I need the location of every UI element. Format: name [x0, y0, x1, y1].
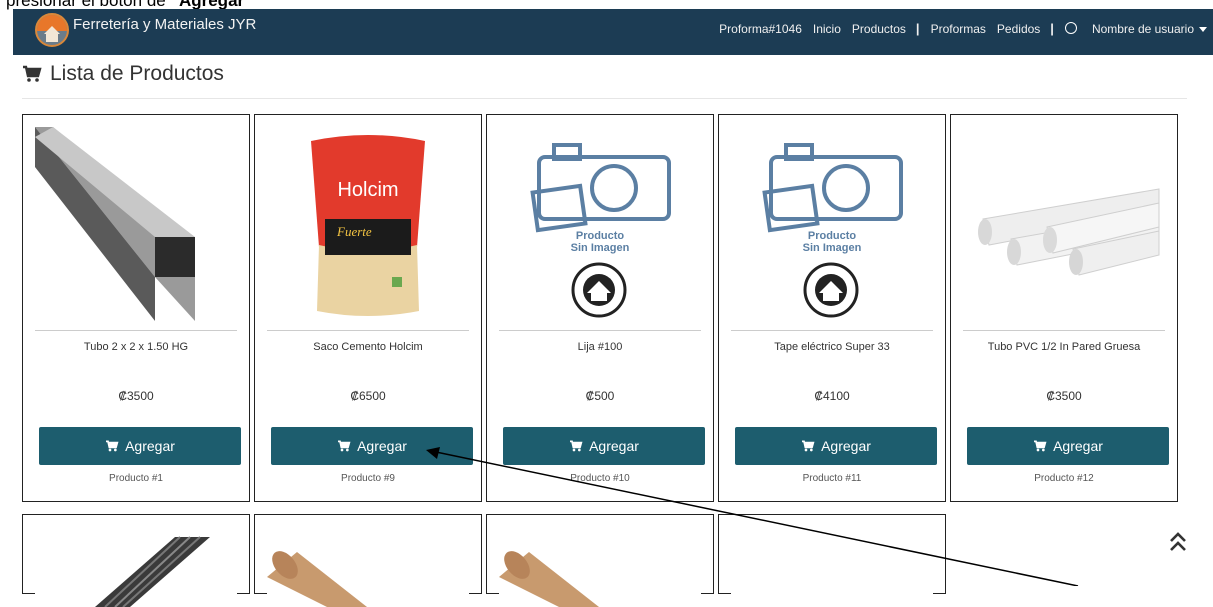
product-image	[35, 527, 237, 607]
product-image	[731, 527, 933, 607]
cart-icon	[570, 440, 583, 452]
product-card	[254, 514, 482, 607]
brand-name[interactable]: Ferretería y Materiales JYR	[73, 16, 256, 33]
product-name: Lija #100	[577, 341, 623, 353]
nav-inicio[interactable]: Inicio	[813, 22, 841, 36]
nav-productos[interactable]: Productos	[852, 22, 906, 36]
product-card	[486, 514, 714, 607]
product-name: Tubo 2 x 2 x 1.50 HG	[83, 341, 189, 353]
product-code: Producto #9	[341, 473, 395, 484]
nav-separator: |	[1050, 21, 1054, 36]
product-image: Producto Sin Imagen	[731, 127, 933, 321]
svg-text:Fuerte: Fuerte	[336, 224, 372, 239]
cart-icon	[23, 65, 42, 82]
product-code: Producto #12	[1034, 473, 1094, 484]
cart-icon	[802, 440, 815, 452]
product-card: Tubo 2 x 2 x 1.50 HG ₡3500 Agregar Produ…	[22, 114, 250, 502]
nav-proforma-number[interactable]: Proforma#1046	[719, 22, 802, 36]
svg-text:Sin Imagen: Sin Imagen	[571, 242, 630, 254]
cart-icon	[106, 440, 119, 452]
product-price: ₡500	[585, 389, 615, 403]
svg-text:Sin Imagen: Sin Imagen	[803, 242, 862, 254]
product-card: Producto Sin Imagen Lija #100 ₡500 Agreg…	[486, 114, 714, 502]
nav-pedidos[interactable]: Pedidos	[997, 22, 1040, 36]
page-title-text: Lista de Productos	[50, 62, 224, 85]
product-card	[22, 514, 250, 607]
product-image	[499, 527, 701, 607]
navbar: Ferretería y Materiales JYR Proforma#104…	[13, 9, 1213, 55]
svg-text:Producto: Producto	[808, 230, 857, 242]
product-price: ₡6500	[350, 389, 386, 403]
title-divider	[22, 98, 1187, 99]
product-image	[963, 127, 1165, 321]
product-card: Producto Sin Imagen Tape eléctrico Super…	[718, 114, 946, 502]
product-image: Holcim Fuerte	[267, 127, 469, 321]
user-menu[interactable]: Nombre de usuario	[1064, 21, 1207, 36]
brand-logo[interactable]	[35, 13, 69, 47]
product-image	[35, 127, 237, 321]
product-card	[718, 514, 946, 607]
cart-icon	[338, 440, 351, 452]
cart-icon	[1034, 440, 1047, 452]
product-name: Saco Cemento Holcim	[313, 341, 423, 353]
add-button[interactable]: Agregar	[735, 427, 937, 465]
product-card: Holcim Fuerte Saco Cemento Holcim ₡6500 …	[254, 114, 482, 502]
caret-down-icon	[1199, 27, 1207, 32]
add-button[interactable]: Agregar	[39, 427, 241, 465]
product-image: Producto Sin Imagen	[499, 127, 701, 321]
nav-links: Proforma#1046 Inicio Productos | Proform…	[708, 21, 1207, 36]
nav-separator: |	[915, 21, 920, 36]
add-button[interactable]: Agregar	[271, 427, 473, 465]
add-button[interactable]: Agregar	[503, 427, 705, 465]
product-code: Producto #1	[109, 473, 163, 484]
product-code: Producto #10	[570, 473, 630, 484]
double-chevron-up-icon[interactable]	[1168, 531, 1188, 558]
user-name: Nombre de usuario	[1091, 22, 1194, 36]
nav-proformas[interactable]: Proformas	[931, 22, 986, 36]
product-name: Tape eléctrico Super 33	[774, 341, 890, 353]
product-name: Tubo PVC 1/2 In Pared Gruesa	[987, 341, 1141, 353]
user-circle-icon	[1064, 22, 1077, 34]
product-card: Tubo PVC 1/2 In Pared Gruesa ₡3500 Agreg…	[950, 114, 1178, 502]
svg-text:Producto: Producto	[576, 230, 625, 242]
add-button[interactable]: Agregar	[967, 427, 1169, 465]
product-price: ₡3500	[1046, 389, 1082, 403]
svg-text:Holcim: Holcim	[337, 179, 398, 201]
product-image	[267, 527, 469, 607]
product-price: ₡3500	[118, 389, 154, 403]
product-price: ₡4100	[814, 389, 850, 403]
product-code: Producto #11	[802, 473, 862, 484]
page-title: Lista de Productos	[22, 62, 224, 86]
